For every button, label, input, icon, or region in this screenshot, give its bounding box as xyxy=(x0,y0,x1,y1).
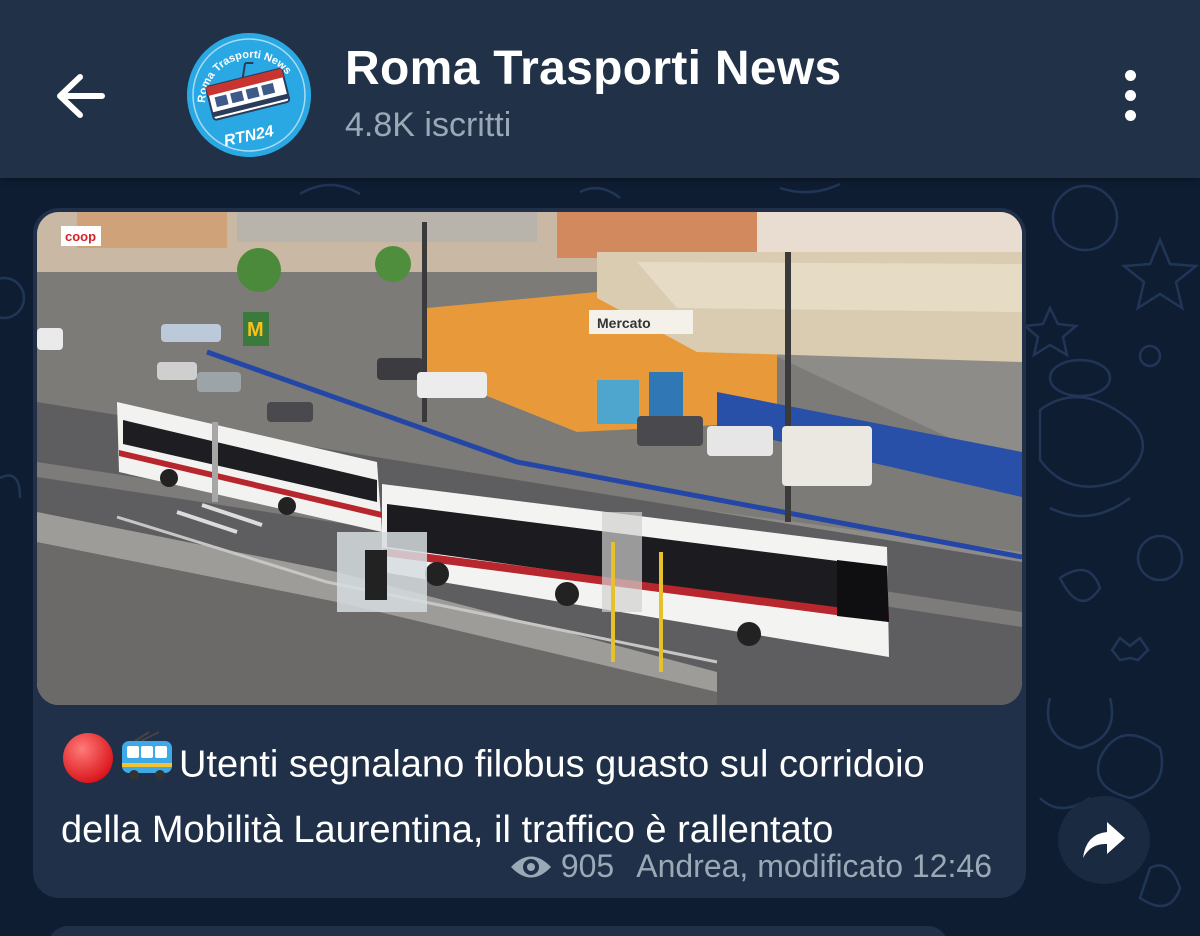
red-circle-icon xyxy=(61,731,115,802)
caption-text: Utenti segnalano filobus guasto sul corr… xyxy=(61,743,925,851)
view-count: 905 xyxy=(560,848,615,884)
next-post-preview xyxy=(48,926,948,936)
post-signature: Andrea, modificato 12:46 xyxy=(636,848,992,884)
post-meta: 905 Andrea, modificato 12:46 xyxy=(509,848,992,885)
channel-post: Mercato coop M Utenti segnalano filobus … xyxy=(33,208,1026,898)
more-vertical-icon-dot xyxy=(1124,109,1136,121)
eye-icon xyxy=(510,856,551,877)
rtn-logo-icon: Roma Trasporti News RTN24 xyxy=(187,33,311,157)
more-vertical-icon xyxy=(1124,69,1136,81)
coop-sign: coop xyxy=(65,229,96,244)
post-photo[interactable]: Mercato coop M xyxy=(37,212,1022,705)
channel-name: Roma Trasporti News xyxy=(345,42,842,95)
arrow-left-icon xyxy=(57,74,105,118)
subscriber-count: 4.8K iscritti xyxy=(345,106,512,144)
chat-header: Roma Trasporti News RTN24 Roma Trasporti… xyxy=(0,0,1200,178)
mcdonalds-sign: M xyxy=(247,319,264,341)
market-sign: Mercato xyxy=(597,315,651,331)
back-button[interactable] xyxy=(40,58,120,134)
channel-info[interactable]: Roma Trasporti News 4.8K iscritti xyxy=(345,40,842,146)
trolleybus-icon xyxy=(119,731,175,802)
more-vertical-icon-dot xyxy=(1124,89,1136,101)
more-options-button[interactable] xyxy=(1100,60,1160,130)
channel-avatar[interactable]: Roma Trasporti News RTN24 xyxy=(187,33,311,157)
share-button[interactable] xyxy=(1058,796,1150,884)
post-caption: Utenti segnalano filobus guasto sul corr… xyxy=(61,731,991,859)
share-arrow-icon xyxy=(1083,822,1125,858)
